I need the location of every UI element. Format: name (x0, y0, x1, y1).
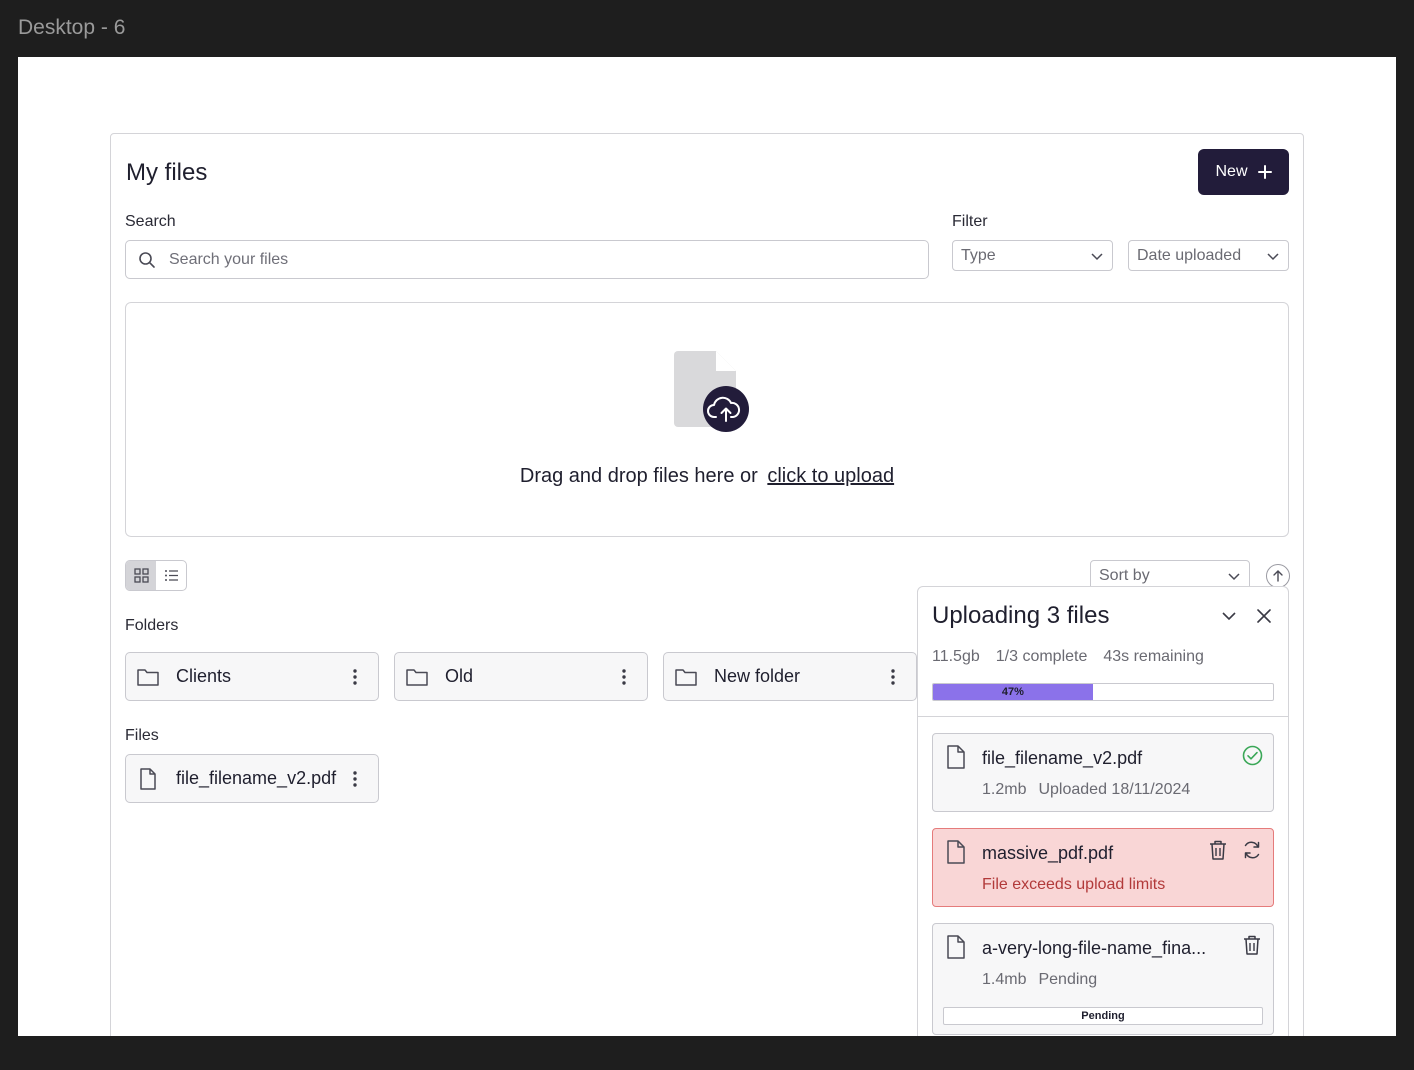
upload-summary: 11.5gb 1/3 complete 43s remaining (932, 648, 1204, 666)
upload-item-size: 1.2mb (982, 781, 1027, 798)
upload-item: file_filename_v2.pdf 1.2mb Uploaded 18/1… (932, 733, 1274, 812)
filter-label: Filter (952, 213, 988, 230)
upload-item-name: a-very-long-file-name_fina... (982, 938, 1207, 958)
pending-progress-bar: Pending (943, 1007, 1263, 1025)
more-vertical-icon (353, 771, 357, 787)
folder-menu-button[interactable] (346, 666, 364, 688)
file-icon (140, 767, 156, 790)
type-filter-value: Type (961, 246, 996, 264)
search-field[interactable] (125, 240, 929, 279)
new-button-label: New (1215, 163, 1248, 180)
chevron-down-icon (1228, 572, 1240, 580)
file-name: file_filename_v2.pdf (176, 768, 337, 788)
folder-tile[interactable]: Old (394, 652, 648, 701)
folder-tile[interactable]: New folder (663, 652, 917, 701)
folder-name: Clients (176, 666, 232, 686)
upload-success-indicator (1241, 744, 1263, 766)
file-menu-button[interactable] (346, 768, 364, 790)
folder-menu-button[interactable] (884, 666, 902, 688)
desktop-canvas: My files New Search Filter Type Date upl… (18, 57, 1396, 1036)
file-icon (947, 935, 965, 959)
file-icon (947, 745, 965, 769)
type-filter-select[interactable]: Type (952, 240, 1113, 271)
close-panel-button[interactable] (1253, 605, 1275, 627)
upload-panel: Uploading 3 files 11.5gb 1/3 complete 43… (917, 586, 1289, 1036)
trash-icon (1210, 840, 1226, 860)
search-label: Search (125, 213, 176, 230)
page-title: My files (126, 159, 208, 186)
plus-icon (1257, 165, 1272, 179)
new-button[interactable]: New (1198, 149, 1289, 195)
folder-name: Old (445, 666, 474, 686)
upload-item-status: Pending (1038, 971, 1098, 988)
upload-panel-title: Uploading 3 files (932, 602, 1110, 629)
collapse-panel-button[interactable] (1218, 605, 1240, 627)
upload-total-size: 11.5gb (932, 648, 980, 665)
folder-menu-button[interactable] (615, 666, 633, 688)
upload-item-meta: File exceeds upload limits (982, 876, 1165, 894)
folder-icon (675, 668, 697, 686)
date-filter-select[interactable]: Date uploaded (1128, 240, 1289, 271)
search-input[interactable] (169, 250, 869, 269)
folder-icon (406, 668, 428, 686)
upload-item-status: Uploaded 18/11/2024 (1038, 781, 1191, 798)
delete-upload-button[interactable] (1207, 839, 1229, 861)
upload-item-error-message: File exceeds upload limits (982, 876, 1166, 893)
upload-item-meta: 1.2mb Uploaded 18/11/2024 (982, 781, 1190, 799)
upload-progress-fill: 47% (933, 684, 1093, 700)
click-to-upload-link[interactable]: click to upload (767, 465, 894, 487)
more-vertical-icon (891, 669, 895, 685)
list-view-button[interactable] (156, 561, 186, 590)
file-upload-icon (674, 351, 749, 432)
upload-item-meta: 1.4mb Pending (982, 971, 1097, 989)
retry-upload-button[interactable] (1241, 839, 1263, 861)
upload-item-error: massive_pdf.pdf File exceeds upload limi… (932, 828, 1274, 907)
dropzone-text: Drag and drop files here or click to upl… (126, 465, 1288, 488)
search-icon (139, 251, 155, 268)
dropzone-instruction: Drag and drop files here or (519, 465, 758, 487)
more-vertical-icon (353, 669, 357, 685)
my-files-card: My files New Search Filter Type Date upl… (110, 133, 1304, 1036)
files-heading: Files (125, 727, 159, 744)
list-icon (164, 570, 178, 581)
upload-complete-count: 1/3 complete (995, 648, 1088, 665)
frame-title: Desktop - 6 (18, 16, 126, 39)
file-icon (947, 840, 965, 864)
upload-item-pending: a-very-long-file-name_fina... 1.4mb Pend… (932, 923, 1274, 1035)
chevron-down-icon (1267, 252, 1279, 260)
upload-item-size: 1.4mb (982, 971, 1027, 988)
upload-item-name: file_filename_v2.pdf (982, 748, 1143, 768)
view-toggle (125, 560, 187, 591)
more-vertical-icon (622, 669, 626, 685)
date-filter-value: Date uploaded (1137, 246, 1242, 264)
chevron-down-icon (1222, 612, 1236, 621)
folder-icon (137, 668, 159, 686)
upload-time-remaining: 43s remaining (1103, 648, 1204, 665)
check-circle-icon (1242, 745, 1262, 765)
delete-upload-button[interactable] (1241, 934, 1263, 956)
folder-tile[interactable]: Clients (125, 652, 379, 701)
chevron-down-icon (1091, 252, 1103, 260)
upload-dropzone[interactable]: Drag and drop files here or click to upl… (125, 302, 1289, 537)
panel-divider (918, 716, 1288, 717)
arrow-up-icon (1273, 570, 1283, 582)
grid-view-button[interactable] (126, 561, 156, 590)
upload-progress-bar: 47% (932, 683, 1274, 701)
file-tile[interactable]: file_filename_v2.pdf (125, 754, 379, 803)
sort-direction-button[interactable] (1266, 564, 1290, 588)
upload-item-name: massive_pdf.pdf (982, 843, 1114, 863)
close-icon (1257, 609, 1271, 623)
trash-icon (1244, 935, 1260, 955)
folders-heading: Folders (125, 617, 179, 634)
refresh-icon (1244, 841, 1260, 859)
grid-icon (133, 568, 149, 583)
folder-name: New folder (714, 666, 801, 686)
sort-by-value: Sort by (1099, 566, 1150, 584)
